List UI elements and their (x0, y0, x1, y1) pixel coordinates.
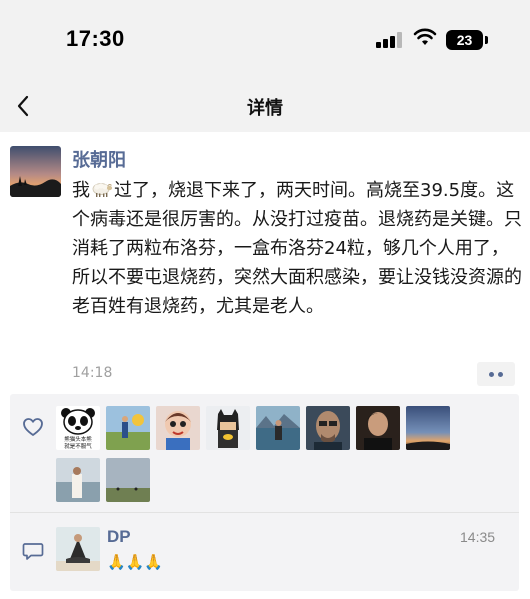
interaction-panel: 熊猫头本熊 就是不服气 DP 14:35 🙏🙏🙏 (10, 394, 519, 591)
liker-avatar-coast[interactable] (56, 458, 100, 502)
post-text-rest: 过了，烧退下来了，两天时间。高烧至39.5度。这个病毒还是很厉害的。从没打过疫苗… (72, 180, 522, 317)
liker-avatar-field[interactable] (106, 406, 150, 450)
moment-post: 张朝阳 我 过了，烧退下来了，两天时间。高烧至39.5度。这个病毒还是很厉害的。… (0, 132, 530, 599)
commenter-avatar[interactable] (56, 527, 100, 571)
liker-avatar-grassland[interactable] (106, 458, 150, 502)
dot-icon (498, 372, 503, 377)
liker-avatar-man[interactable] (356, 406, 400, 450)
battery-level: 23 (446, 30, 483, 50)
liker-avatar-sunset[interactable] (406, 406, 450, 450)
liker-avatar-lake[interactable] (256, 406, 300, 450)
sheep-emoji-icon (92, 183, 113, 197)
liker-avatar-panda[interactable]: 熊猫头本熊 就是不服气 (56, 406, 100, 450)
more-options-button[interactable] (477, 362, 515, 386)
liker-avatar-cartoon[interactable] (156, 406, 200, 450)
status-bar: 17:30 23 (0, 0, 530, 80)
battery-tip (485, 36, 488, 44)
post-text: 我 过了，烧退下来了，两天时间。高烧至39.5度。这个病毒还是很厉害的。从没打过… (72, 176, 522, 321)
page-title: 详情 (247, 98, 283, 119)
likes-row: 熊猫头本熊 就是不服气 (10, 394, 519, 512)
commenter-name[interactable]: DP (107, 527, 131, 547)
status-time: 17:30 (66, 26, 125, 51)
signal-icon (376, 32, 404, 48)
wifi-icon (413, 28, 437, 45)
comment-time: 14:35 (460, 529, 496, 545)
dot-icon (489, 372, 494, 377)
liker-avatar-portrait[interactable] (306, 406, 350, 450)
author-name[interactable]: 张朝阳 (72, 146, 126, 172)
heart-icon (23, 418, 43, 436)
comment-text: 🙏🙏🙏 (107, 553, 164, 571)
comment-row[interactable]: DP 14:35 🙏🙏🙏 (10, 513, 519, 591)
comment-icon (22, 543, 44, 560)
svg-text:熊猫头本熊: 熊猫头本熊 (64, 435, 92, 443)
svg-text:就是不服气: 就是不服气 (64, 442, 92, 450)
post-text-start: 我 (72, 180, 90, 201)
liker-avatar-batman[interactable] (206, 406, 250, 450)
nav-bar: 详情 (0, 80, 530, 132)
post-time: 14:18 (72, 365, 113, 381)
author-avatar[interactable] (10, 146, 61, 197)
